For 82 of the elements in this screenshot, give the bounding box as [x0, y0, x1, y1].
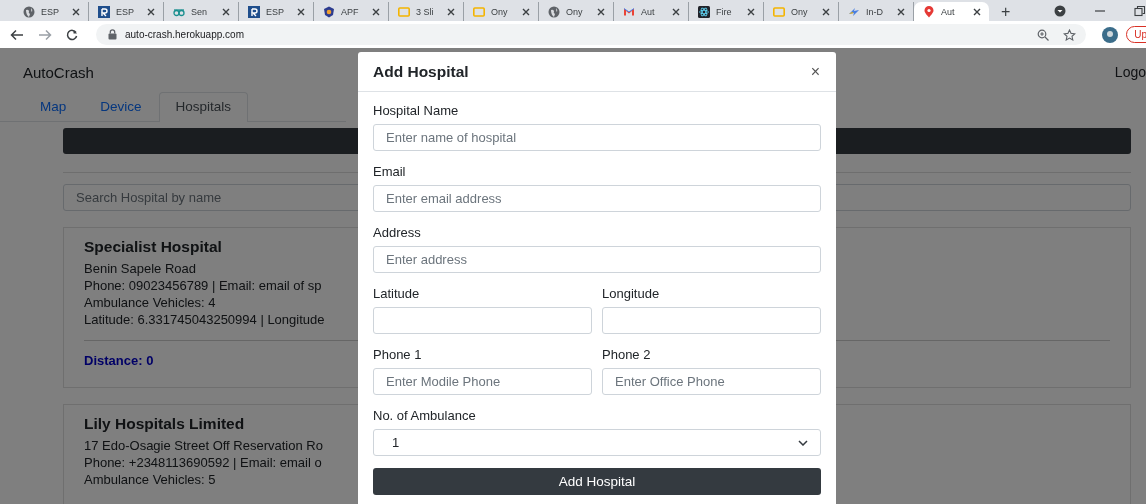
back-icon[interactable]	[10, 28, 24, 41]
hospital-detail: Latitude: 6.331745043250994 | Longitude	[84, 311, 325, 328]
tab-title: Sen	[191, 6, 208, 17]
nav-tab[interactable]: Hospitals	[158, 92, 249, 122]
tab-title: 3 Sli	[416, 6, 435, 17]
slides-icon	[473, 5, 485, 18]
tab-title: Aut	[641, 6, 656, 17]
field-label: Latitude	[373, 287, 421, 303]
logout-link[interactable]: Logo	[1114, 64, 1146, 83]
close-button[interactable]: ×	[810, 62, 820, 81]
hospital-detail: Ambulance Vehicles: 5	[84, 471, 216, 488]
close-icon[interactable]	[296, 6, 306, 17]
input-field[interactable]	[602, 307, 821, 334]
hospital-detail: Phone: 09023456789 | Email: email of sp	[84, 277, 322, 294]
envelope-icon	[623, 5, 635, 18]
globe-icon	[23, 5, 35, 18]
close-icon[interactable]	[671, 6, 681, 17]
close-icon[interactable]	[896, 6, 906, 17]
close-icon[interactable]	[71, 6, 81, 17]
zoom-icon[interactable]	[1037, 28, 1050, 41]
input-field[interactable]: Enter address	[373, 246, 821, 273]
field-label: No. of Ambulance	[373, 409, 477, 425]
map-pin-icon	[923, 5, 935, 18]
tab-title: ESP	[266, 6, 285, 17]
tab-title: APF	[341, 6, 360, 17]
slides-icon	[398, 5, 410, 18]
avatar-icon[interactable]	[1102, 26, 1119, 43]
close-icon[interactable]	[972, 6, 982, 17]
tab-title: Aut	[941, 6, 956, 17]
hospital-detail: Ambulance Vehicles: 4	[84, 294, 216, 311]
emblem-icon	[323, 5, 335, 18]
hospital-name: Specialist Hospital	[84, 238, 222, 256]
input-field[interactable]: Enter Modile Phone	[373, 368, 592, 395]
field-label: Email	[373, 165, 407, 181]
close-icon[interactable]	[746, 6, 756, 17]
browser-tab[interactable]: Aut	[914, 2, 989, 21]
close-icon[interactable]	[146, 6, 156, 17]
tab-title: Fire	[716, 6, 733, 17]
hospital-name: Lily Hospitals Limited	[84, 415, 245, 433]
letter-tile-icon	[248, 5, 260, 18]
tab-title: ESP	[41, 6, 60, 17]
atom-icon	[698, 5, 710, 18]
input-field[interactable]: Enter email address	[373, 185, 821, 212]
field-label: Hospital Name	[373, 104, 460, 120]
close-icon[interactable]	[821, 6, 831, 17]
restore-icon[interactable]	[1134, 5, 1146, 17]
input-field[interactable]: Enter name of hospital	[373, 124, 821, 151]
lock-icon	[108, 29, 117, 40]
address-bar[interactable]: auto-crash.herokuapp.com	[96, 24, 1087, 45]
brand-name[interactable]: AutoCrash	[23, 64, 94, 83]
letter-tile-icon	[98, 5, 110, 18]
tab-title: Ony	[791, 6, 809, 17]
close-icon[interactable]	[446, 6, 456, 17]
input-field[interactable]	[373, 307, 592, 334]
slides-icon	[773, 5, 785, 18]
new-tab-button[interactable]: +	[1001, 2, 1011, 21]
dropdown-icon[interactable]	[1054, 5, 1066, 17]
hospital-detail: 17 Edo-Osagie Street Off Reservation Ro	[84, 437, 323, 454]
field-label: Longitude	[602, 287, 661, 303]
close-icon[interactable]	[521, 6, 531, 17]
tab-title: Ony	[491, 6, 509, 17]
star-icon[interactable]	[1063, 28, 1077, 41]
select-field[interactable]: 1	[373, 429, 821, 456]
globe-icon	[548, 5, 560, 18]
input-field[interactable]: Enter Office Phone	[602, 368, 821, 395]
chevron-down-icon	[798, 439, 808, 446]
hospital-detail: Phone: +2348113690592 | Email: email o	[84, 454, 322, 471]
distance-text: Distance: 0	[84, 353, 154, 368]
close-icon[interactable]	[221, 6, 231, 17]
field-label: Address	[373, 226, 422, 242]
url-text: auto-crash.herokuapp.com	[125, 29, 244, 40]
add-hospital-button[interactable]: Add Hospital	[373, 468, 821, 495]
field-label: Phone 1	[373, 348, 423, 364]
tab-title: Ony	[566, 6, 584, 17]
modal-title: Add Hospital	[373, 62, 469, 81]
reload-icon[interactable]	[66, 28, 78, 41]
close-icon[interactable]	[596, 6, 606, 17]
field-label: Phone 2	[602, 348, 652, 364]
tab-title: In-D	[866, 6, 884, 17]
hospital-detail: Benin Sapele Road	[84, 260, 197, 277]
close-icon[interactable]	[371, 6, 381, 17]
tab-title: ESP	[116, 6, 135, 17]
